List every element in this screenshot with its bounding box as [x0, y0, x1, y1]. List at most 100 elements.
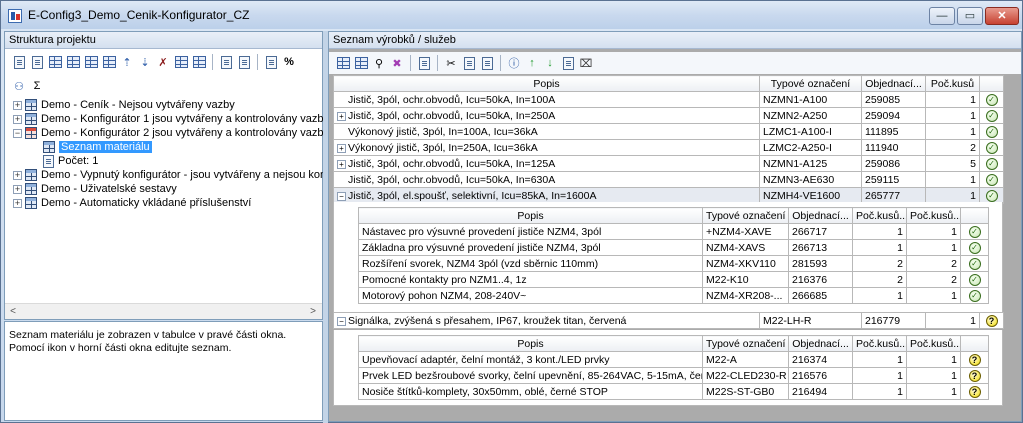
cell-pocet-2[interactable]: 2	[906, 271, 961, 288]
cell-pocet-1[interactable]: 1	[852, 383, 907, 400]
table-row[interactable]: + Jistič, 3pól, ochr.obvodů, Icu=50kA, In…	[333, 107, 1004, 124]
cell-pocet-2[interactable]: 1	[906, 287, 961, 304]
table-row[interactable]: Jistič, 3pól, ochr.obvodů, Icu=50kA, In=…	[333, 171, 1004, 188]
add-product-icon[interactable]	[335, 55, 351, 71]
table-row[interactable]: Výkonový jistič, 3pól, In=100A, Icu=36kA…	[333, 123, 1004, 140]
sub-column-header-popis[interactable]: Popis	[358, 335, 703, 352]
cell-pocet-2[interactable]: 1	[906, 239, 961, 256]
copy-item-icon[interactable]	[65, 54, 81, 70]
tree-item-konfigurator-2[interactable]: − Demo - Konfigurátor 2 jsou vytvářeny a…	[13, 126, 329, 140]
move-up-icon[interactable]	[173, 54, 189, 70]
paste-icon[interactable]	[236, 54, 252, 70]
move-up-arrow-icon[interactable]: ↑	[524, 55, 540, 71]
subtable-row[interactable]: Nástavec pro výsuvné provedení jističe N…	[358, 223, 989, 240]
scroll-left-arrow-icon[interactable]: <	[7, 306, 19, 317]
import-icon[interactable]	[416, 55, 432, 71]
column-header-pocet[interactable]: Poč.kusů	[925, 75, 980, 92]
tree-item-vypnuty[interactable]: + Demo - Vypnutý konfigurátor - jsou vyt…	[13, 168, 371, 182]
cell-pocet-1[interactable]: 1	[852, 367, 907, 384]
move-down-icon[interactable]	[191, 54, 207, 70]
delete-item-icon[interactable]: ✗	[155, 54, 171, 70]
cell-pocet[interactable]: 1	[925, 123, 980, 140]
sub-column-header-typ[interactable]: Typové označení	[702, 207, 789, 224]
subtable-row[interactable]: Motorový pohon NZM4, 208-240V~ NZM4-XR20…	[358, 287, 989, 304]
paste-icon[interactable]	[479, 55, 495, 71]
tree-expander[interactable]: +	[13, 100, 22, 110]
tree-item-cenik[interactable]: + Demo - Ceník - Nejsou vytvářeny vazby	[13, 98, 235, 112]
scroll-right-arrow-icon[interactable]: >	[307, 306, 319, 317]
subtable-row[interactable]: Upevňovací adaptér, čelní montáž, 3 kont…	[358, 351, 989, 368]
sub-column-header-pocet-2[interactable]: Poč.kusů...	[906, 207, 961, 224]
info-icon[interactable]: ⓘ	[506, 55, 522, 71]
move-item-icon[interactable]	[83, 54, 99, 70]
cell-pocet-2[interactable]: 1	[906, 351, 961, 368]
maximize-button[interactable]: ▭	[957, 7, 983, 25]
subtable-row[interactable]: Základna pro výsuvné provedení jističe N…	[358, 239, 989, 256]
tree-horizontal-scrollbar[interactable]: < >	[5, 303, 322, 319]
binoculars-icon[interactable]: ⚲	[371, 55, 387, 71]
new-document-icon[interactable]	[11, 54, 27, 70]
cell-pocet[interactable]: 1	[925, 107, 980, 124]
add-accessory-icon[interactable]	[353, 55, 369, 71]
sort-up-icon[interactable]: ⇡	[119, 54, 135, 70]
column-header-objednaci[interactable]: Objednací...	[861, 75, 926, 92]
network-icon[interactable]: ⚇	[11, 78, 27, 94]
add-variant-icon[interactable]	[101, 54, 117, 70]
row-expander[interactable]: −	[337, 191, 346, 201]
tree-expander[interactable]: +	[13, 184, 22, 194]
copy-icon[interactable]	[461, 55, 477, 71]
cell-pocet[interactable]: 2	[925, 139, 980, 156]
title-bar[interactable]: E-Config3_Demo_Cenik-Konfigurator_CZ — ▭…	[1, 1, 1022, 29]
cell-pocet-1[interactable]: 2	[852, 255, 907, 272]
tree-expander[interactable]: +	[13, 198, 22, 208]
subtable-row[interactable]: Rozšíření svorek, NZM4 3pól (vzd sběrnic…	[358, 255, 989, 272]
row-expander[interactable]: +	[337, 111, 346, 121]
export-icon[interactable]	[263, 54, 279, 70]
delete-row-icon[interactable]: ⌧	[578, 55, 594, 71]
table-row-expanded[interactable]: − Signálka, zvýšená s přesahem, IP67, kro…	[333, 312, 1004, 329]
properties-icon[interactable]	[29, 54, 45, 70]
cell-pocet-1[interactable]: 2	[852, 271, 907, 288]
column-header-typ[interactable]: Typové označení	[759, 75, 862, 92]
table-icon[interactable]	[47, 54, 63, 70]
minimize-button[interactable]: —	[929, 7, 955, 25]
sub-column-header-pocet-1[interactable]: Poč.kusů...	[852, 335, 907, 352]
cell-pocet[interactable]: 1	[925, 171, 980, 188]
cell-pocet-2[interactable]: 1	[906, 223, 961, 240]
copy-icon[interactable]	[218, 54, 234, 70]
cell-pocet-1[interactable]: 1	[852, 239, 907, 256]
sub-column-header-pocet-2[interactable]: Poč.kusů...	[906, 335, 961, 352]
sub-column-header-typ[interactable]: Typové označení	[702, 335, 789, 352]
percent-icon[interactable]: %	[281, 54, 297, 70]
move-down-arrow-icon[interactable]: ↓	[542, 55, 558, 71]
cell-pocet-1[interactable]: 1	[852, 223, 907, 240]
cell-pocet-2[interactable]: 1	[906, 367, 961, 384]
column-header-popis[interactable]: Popis	[333, 75, 760, 92]
tree-item-seznam-materialu[interactable]: Seznam materiálu	[43, 140, 152, 154]
cut-icon[interactable]: ✂	[443, 55, 459, 71]
table-row[interactable]: + Jistič, 3pól, ochr.obvodů, Icu=50kA, In…	[333, 155, 1004, 172]
table-row[interactable]: + Výkonový jistič, 3pól, In=250A, Icu=36k…	[333, 139, 1004, 156]
tree-item-uzivatelske-sestavy[interactable]: + Demo - Uživatelské sestavy	[13, 182, 177, 196]
sigma-icon[interactable]: Σ	[29, 78, 45, 94]
tree-expander[interactable]: +	[13, 114, 22, 124]
table-row[interactable]: Jistič, 3pól, ochr.obvodů, Icu=50kA, In=…	[333, 91, 1004, 108]
cell-pocet[interactable]: 5	[925, 155, 980, 172]
row-expander[interactable]: +	[337, 143, 346, 153]
remove-icon[interactable]: ✖	[389, 55, 405, 71]
cell-pocet-2[interactable]: 1	[906, 383, 961, 400]
subtable-row[interactable]: Pomocné kontakty pro NZM1..4, 1z M22-K10…	[358, 271, 989, 288]
tree-item-pocet[interactable]: Počet: 1	[43, 154, 98, 168]
cell-pocet-1[interactable]: 1	[852, 351, 907, 368]
subtable-row[interactable]: Prvek LED bezšroubové svorky, čelní upev…	[358, 367, 989, 384]
tree-expander[interactable]: +	[13, 170, 22, 180]
cell-pocet-2[interactable]: 2	[906, 255, 961, 272]
sub-column-header-objednaci[interactable]: Objednací...	[788, 335, 853, 352]
subtable-row[interactable]: Nosiče štítků-komplety, 30x50mm, oblé, č…	[358, 383, 989, 400]
row-expander[interactable]: −	[337, 316, 346, 326]
close-button[interactable]: ✕	[985, 7, 1019, 25]
cell-pocet[interactable]: 1	[925, 91, 980, 108]
tree-expander[interactable]: −	[13, 128, 22, 138]
tree-item-konfigurator-1[interactable]: + Demo - Konfigurátor 1 jsou vytvářeny a…	[13, 112, 329, 126]
cell-pocet[interactable]: 1	[925, 312, 980, 329]
